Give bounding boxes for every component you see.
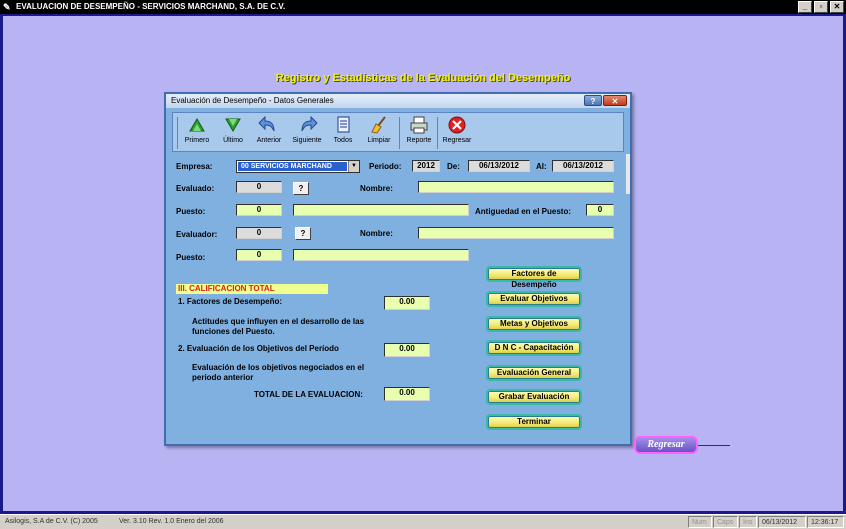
dialog-help-button[interactable]: ? — [584, 95, 602, 106]
evaluador-field[interactable]: 0 — [236, 227, 282, 239]
objetivos-description: Evaluación de los objetivos negociados e… — [192, 363, 365, 382]
siguiente-label: Siguiente — [292, 137, 322, 144]
evaluar-objetivos-button[interactable]: Evaluar Objetivos — [486, 291, 582, 307]
nombre-evaluador-field[interactable] — [418, 227, 614, 239]
periodo-label: Periodo: — [369, 162, 402, 171]
al-label: Al: — [536, 162, 547, 171]
fecha-al-field[interactable]: 06/13/2012 — [552, 160, 614, 172]
primero-label: Primero — [184, 137, 210, 144]
factores-score-field[interactable]: 0.00 — [384, 296, 430, 310]
document-list-icon — [337, 116, 350, 133]
anterior-label: Anterior — [256, 137, 282, 144]
status-bar: Asilogis, S.A de C.V. (C) 2005 Ver. 3.10… — [0, 514, 846, 529]
nombre-evaluador-label: Nombre: — [360, 229, 393, 238]
reporte-button[interactable]: Reporte — [401, 115, 437, 144]
grabar-evaluacion-button[interactable]: Grabar Evaluación — [486, 389, 582, 405]
status-version: Ver. 3.10 Rev. 1.0 Enero del 2006 — [119, 518, 224, 525]
dialog-title-bar: Evaluación de Desempeño - Datos Generale… — [166, 94, 630, 108]
dnc-capacitacion-button[interactable]: D N C - Capacitación — [486, 340, 582, 356]
first-record-icon — [189, 118, 205, 132]
empresa-selected-value: 00 SERVICIOS MARCHAND — [238, 162, 347, 171]
ultimo-label: Último — [223, 137, 243, 144]
printer-icon — [410, 116, 428, 134]
next-arrow-icon — [301, 115, 318, 132]
puesto-evaluador-label: Puesto: — [176, 253, 206, 262]
puesto-evaluado-desc-field[interactable] — [293, 204, 469, 216]
nombre-evaluado-field[interactable] — [418, 181, 614, 193]
record-toolbar: Primero Último Anterior Siguiente Todos … — [172, 112, 624, 152]
todos-label: Todos — [333, 137, 353, 144]
toolbar-separator — [437, 117, 438, 149]
scrollbar[interactable] — [626, 154, 630, 194]
toolbar-separator — [177, 117, 178, 149]
calificacion-total-heading: III. CALIFICACION TOTAL — [176, 284, 328, 294]
minimize-button[interactable]: _ — [798, 1, 812, 13]
chevron-down-icon[interactable]: ▼ — [348, 161, 359, 172]
puesto-evaluado-code-field[interactable]: 0 — [236, 204, 282, 216]
status-time: 12:36:17 — [807, 516, 844, 528]
fecha-de-field[interactable]: 06/13/2012 — [468, 160, 530, 172]
window-controls: _ ▫ ✕ — [798, 1, 844, 13]
anterior-button[interactable]: Anterior — [251, 115, 287, 144]
ultimo-button[interactable]: Último — [215, 115, 251, 144]
restore-button[interactable]: ▫ — [814, 1, 828, 13]
metas-objetivos-button[interactable]: Metas y Objetivos — [486, 316, 582, 332]
previous-arrow-icon — [258, 115, 275, 132]
evaluado-lookup-button[interactable]: ? — [293, 182, 309, 195]
limpiar-label: Limpiar — [367, 137, 391, 144]
factores-desempeno-button[interactable]: Factores de Desempeño — [486, 266, 582, 289]
todos-button[interactable]: Todos — [325, 115, 361, 144]
factores-label: 1. Factores de Desempeño: — [178, 297, 283, 306]
status-caps: Caps — [713, 516, 738, 528]
empresa-label: Empresa: — [176, 162, 213, 171]
empresa-select[interactable]: 00 SERVICIOS MARCHAND ▼ — [236, 160, 360, 173]
evaluador-label: Evaluador: — [176, 230, 218, 239]
toolbar-separator — [399, 117, 400, 149]
objetivos-score-field[interactable]: 0.00 — [384, 343, 430, 357]
regresar-toolbar-label: Regresar — [442, 137, 472, 144]
regresar-button[interactable]: Regresar — [634, 436, 698, 454]
factores-description: Actitudes que influyen en el desarrollo … — [192, 317, 365, 336]
antiguedad-label: Antiguedad en el Puesto: — [475, 207, 572, 216]
app-title: EVALUACION DE DESEMPEÑO - SERVICIOS MARC… — [16, 2, 286, 11]
datos-generales-dialog: Evaluación de Desempeño - Datos Generale… — [164, 92, 632, 446]
puesto-evaluador-desc-field[interactable] — [293, 249, 469, 261]
broom-icon — [371, 116, 386, 134]
terminar-button[interactable]: Terminar — [486, 414, 582, 430]
limpiar-button[interactable]: Limpiar — [361, 115, 397, 144]
puesto-evaluado-label: Puesto: — [176, 207, 206, 216]
dialog-title: Evaluación de Desempeño - Datos Generale… — [171, 96, 334, 105]
evaluado-field[interactable]: 0 — [236, 181, 282, 193]
de-label: De: — [447, 162, 460, 171]
divider — [698, 445, 730, 446]
reporte-label: Reporte — [406, 137, 432, 144]
total-score-field[interactable]: 0.00 — [384, 387, 430, 401]
primero-button[interactable]: Primero — [179, 115, 215, 144]
close-button[interactable]: ✕ — [830, 1, 844, 13]
puesto-evaluador-code-field[interactable]: 0 — [236, 249, 282, 261]
page-title: Registro y Estadísticas de la Evaluación… — [275, 72, 571, 84]
last-record-icon — [225, 118, 241, 132]
siguiente-button[interactable]: Siguiente — [289, 115, 325, 144]
dialog-controls: ? ✕ — [584, 95, 627, 106]
total-label: TOTAL DE LA EVALUACION: — [254, 390, 363, 399]
objetivos-label: 2. Evaluación de los Objetivos del Perío… — [178, 344, 339, 353]
status-date: 06/13/2012 — [758, 516, 806, 528]
antiguedad-field[interactable]: 0 — [586, 204, 614, 216]
app-icon: ✎ — [3, 2, 11, 12]
status-ins: Ins — [739, 516, 757, 528]
app-title-bar: ✎ EVALUACION DE DESEMPEÑO - SERVICIOS MA… — [0, 0, 846, 14]
evaluacion-general-button[interactable]: Evaluación General — [486, 365, 582, 381]
dialog-close-button[interactable]: ✕ — [603, 95, 627, 106]
regresar-toolbar-button[interactable]: Regresar — [439, 115, 475, 144]
stop-x-icon — [448, 116, 466, 134]
evaluador-lookup-button[interactable]: ? — [295, 227, 311, 240]
status-company: Asilogis, S.A de C.V. (C) 2005 — [5, 518, 98, 525]
evaluado-label: Evaluado: — [176, 184, 215, 193]
status-num: Num — [688, 516, 712, 528]
periodo-field[interactable]: 2012 — [412, 160, 440, 172]
nombre-evaluado-label: Nombre: — [360, 184, 393, 193]
